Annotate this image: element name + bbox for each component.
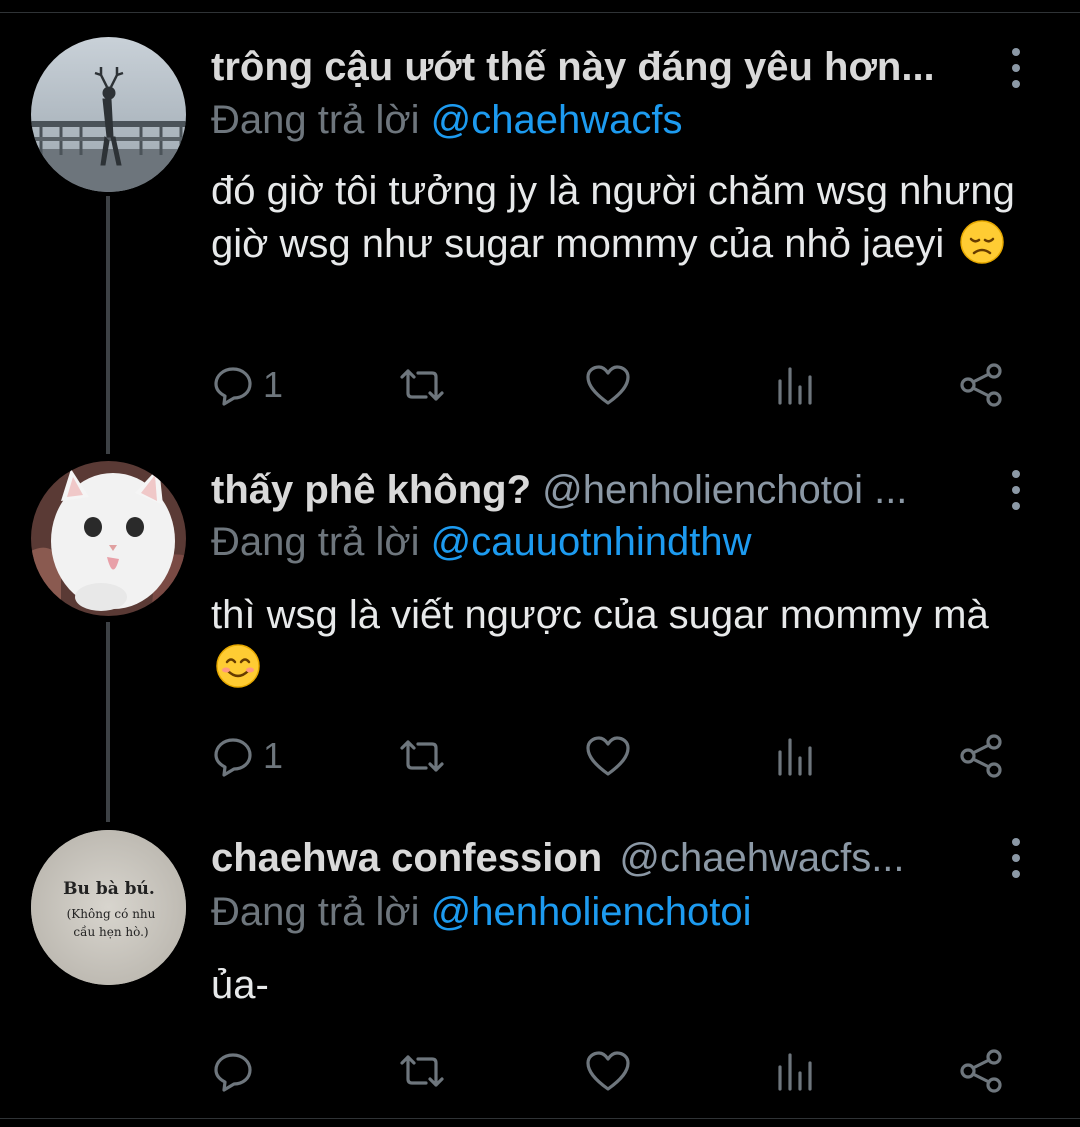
retweet-icon <box>400 369 444 401</box>
heart-icon <box>586 1051 630 1091</box>
reply-count: 1 <box>263 364 284 405</box>
retweet-button[interactable] <box>396 360 448 410</box>
tweet-text-content: đó giờ tôi tưởng jy là người chăm wsg nh… <box>211 169 1015 266</box>
reply-count: 1 <box>263 735 284 776</box>
mention-link[interactable]: @henholienchotoi <box>431 890 752 934</box>
smiling-face-icon <box>216 644 260 688</box>
more-options-icon[interactable] <box>1006 838 1026 878</box>
tweet-text-content: thì wsg là viết ngược của sugar mommy mà <box>211 593 989 637</box>
like-button[interactable] <box>584 1046 632 1096</box>
replying-to: Đang trả lời @henholienchotoi <box>211 890 752 935</box>
text-paper-photo: Bu bà bú. (Không có nhu cầu hẹn hò.) <box>31 830 186 985</box>
mention-link[interactable]: @chaehwacfs <box>431 98 683 142</box>
avatar-text-line2: (Không có nhu <box>67 907 156 921</box>
heart-icon <box>586 365 630 405</box>
share-icon <box>960 734 1002 778</box>
tweet-actions <box>211 1046 1011 1096</box>
avatar-text-line3: cầu hẹn hò.) <box>73 924 148 939</box>
avatar[interactable]: Bu bà bú. (Không có nhu cầu hẹn hò.) <box>31 830 186 985</box>
replying-to-label: Đang trả lời <box>211 98 431 142</box>
disappointed-face-icon <box>960 220 1005 264</box>
reply-icon <box>214 1053 252 1092</box>
thread-connector <box>106 622 110 822</box>
display-name-text: trông cậu ướt thế này đáng yêu hơn... <box>211 45 935 89</box>
analytics-button[interactable] <box>776 731 816 781</box>
replying-to: Đang trả lời @chaehwacfs <box>211 98 683 143</box>
share-button[interactable] <box>959 1046 1005 1096</box>
tweet-actions: 1 <box>211 731 1011 781</box>
tweet-text: thì wsg là viết ngược của sugar mommy mà <box>211 589 1041 695</box>
reply-button[interactable]: 1 <box>211 360 283 410</box>
retweet-button[interactable] <box>396 1046 448 1096</box>
display-name-text: chaehwa confession <box>211 836 603 880</box>
more-options-icon[interactable] <box>1006 470 1026 510</box>
analytics-button[interactable] <box>776 1046 816 1096</box>
heart-icon <box>586 736 630 776</box>
replying-to-label: Đang trả lời <box>211 890 431 934</box>
retweet-icon <box>400 1055 444 1087</box>
top-divider <box>0 12 1080 13</box>
tweet-text-content: ủa- <box>211 963 269 1007</box>
analytics-icon <box>778 1053 812 1091</box>
retweet-icon <box>400 740 444 772</box>
display-name-text: thấy phê không? <box>211 468 531 512</box>
like-button[interactable] <box>584 360 632 410</box>
share-button[interactable] <box>959 360 1005 410</box>
mention-link[interactable]: @cauuotnhindthw <box>431 520 752 564</box>
tweet-text: đó giờ tôi tưởng jy là người chăm wsg nh… <box>211 165 1041 271</box>
avatar[interactable] <box>31 461 186 616</box>
tweet-text: ủa- <box>211 959 1041 1012</box>
avatar-text-line1: Bu bà bú. <box>63 879 155 899</box>
avatar[interactable] <box>31 37 186 192</box>
username: @henholienchotoi ... <box>542 468 908 512</box>
more-options-icon[interactable] <box>1006 48 1026 88</box>
reply-button[interactable]: 1 <box>211 731 283 781</box>
display-name[interactable]: chaehwa confession @chaehwacfs... <box>211 836 991 881</box>
tweet-actions: 1 <box>211 360 1011 410</box>
reply-icon <box>214 738 252 777</box>
deer-statue-photo <box>31 37 186 192</box>
reply-icon <box>214 367 252 406</box>
analytics-icon <box>778 738 812 776</box>
like-button[interactable] <box>584 731 632 781</box>
share-icon <box>960 1049 1002 1093</box>
analytics-icon <box>778 367 812 405</box>
share-button[interactable] <box>959 731 1005 781</box>
thread-connector <box>106 196 110 454</box>
display-name[interactable]: thấy phê không? @henholienchotoi ... <box>211 468 991 513</box>
retweet-button[interactable] <box>396 731 448 781</box>
bottom-divider <box>0 1118 1080 1119</box>
reply-button[interactable] <box>211 1046 263 1096</box>
analytics-button[interactable] <box>776 360 816 410</box>
replying-to-label: Đang trả lời <box>211 520 431 564</box>
share-icon <box>960 363 1002 407</box>
username: @chaehwacfs... <box>619 836 905 880</box>
display-name[interactable]: trông cậu ướt thế này đáng yêu hơn... <box>211 45 991 90</box>
replying-to: Đang trả lời @cauuotnhindthw <box>211 520 751 565</box>
kitten-photo <box>31 461 186 616</box>
